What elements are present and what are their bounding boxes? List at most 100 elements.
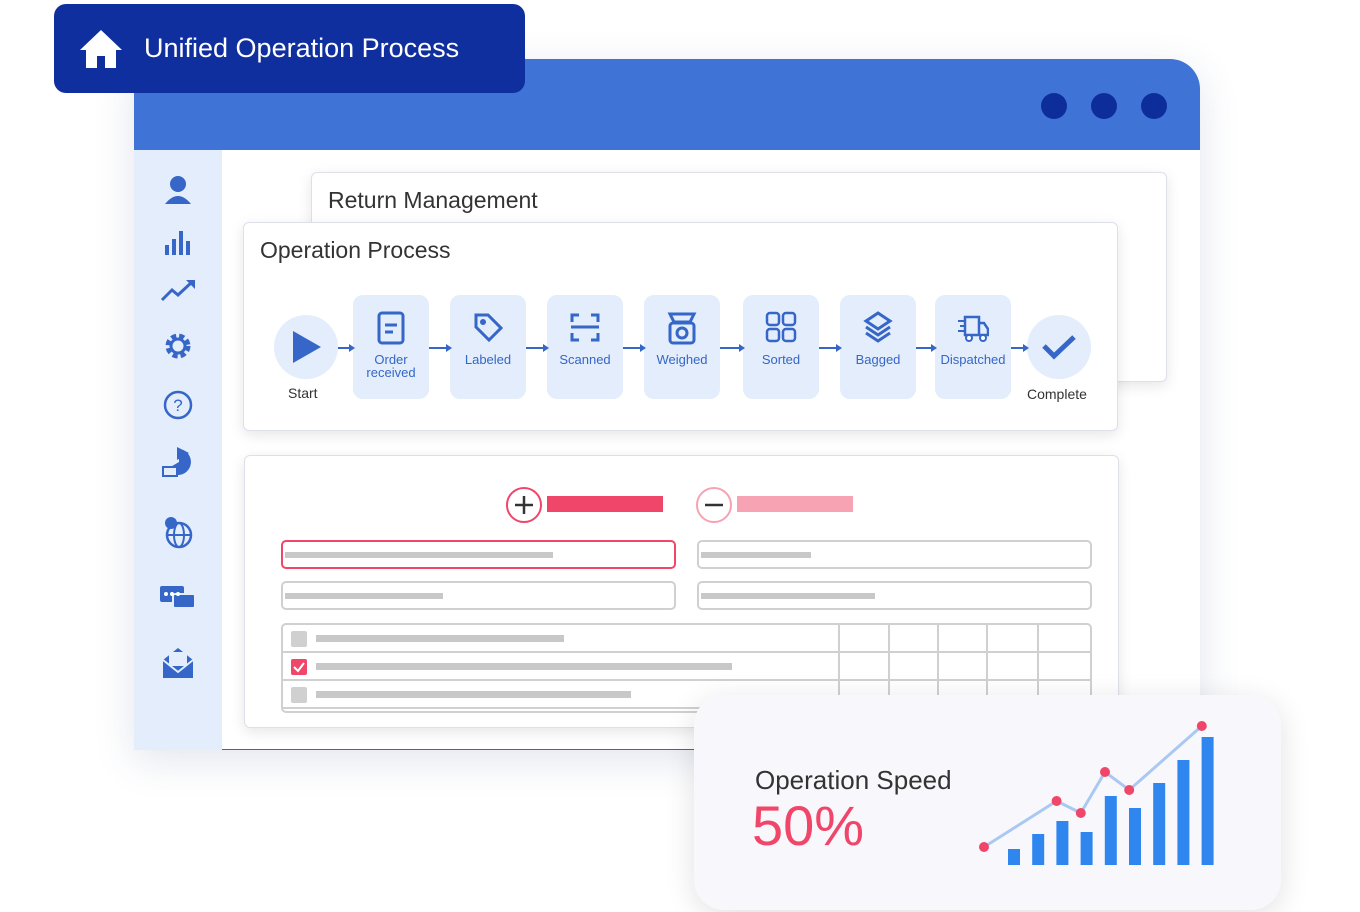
bar-chart-icon[interactable] [158,222,198,262]
row-text-placeholder [316,691,631,698]
chart-bar [1104,796,1117,865]
chat-icon[interactable] [158,580,198,620]
step-label: Sorted [761,352,801,367]
chart-bar [1201,737,1214,865]
row-text-placeholder [316,663,732,670]
chart-bar [1129,808,1141,865]
row-checkbox[interactable] [291,631,307,647]
start-label: Start [288,385,318,401]
plus-circle-icon[interactable] [505,486,543,524]
chart-bar [1177,760,1190,865]
flow-arrow [623,344,646,352]
cell-divider [937,625,939,653]
svg-text:?: ? [173,396,182,415]
app-title: Unified Operation Process [144,33,460,63]
flow-arrow [916,344,937,352]
chart-bar [1080,832,1093,865]
step-labeled[interactable]: Labeled [450,295,526,399]
document-icon [377,311,405,345]
row-text-placeholder [316,635,564,642]
flow-arrow [1011,344,1029,352]
step-label: Weighed [656,352,708,367]
input-field[interactable] [697,581,1092,610]
user-icon[interactable] [158,170,198,210]
minus-circle-icon[interactable] [695,486,733,524]
step-label: Dispatched [940,352,1006,367]
check-icon [1042,335,1076,360]
layers-icon [863,311,893,343]
input-field[interactable] [281,540,676,569]
cell-divider [1037,625,1039,653]
step-bagged[interactable]: Bagged [840,295,916,399]
scale-icon [667,312,697,345]
window-dot[interactable] [1141,93,1167,119]
chart-point [1100,767,1110,777]
flow-arrow [429,344,452,352]
chart-bar [1056,821,1069,865]
tag-icon [474,313,504,343]
step-weighed[interactable]: Weighed [644,295,720,399]
form-card [244,455,1119,728]
chart-point [1075,808,1086,818]
cell-divider [888,653,890,681]
app-title-badge: Unified Operation Process [54,4,525,93]
chart-bar [1008,849,1020,865]
globe-location-icon[interactable] [158,512,198,552]
operation-speed-card: Operation Speed 50% [694,695,1281,910]
card-title: Return Management [328,187,538,213]
check-icon [293,662,305,673]
pie-chart-icon[interactable] [158,442,198,482]
scan-icon [570,313,600,342]
chart-bar [1032,834,1045,865]
operation-process-card: Operation Process Start Complete Order r… [243,222,1118,431]
chart-line [983,724,1203,849]
chart-point [1124,785,1135,795]
card-title: Operation Process [260,237,451,263]
window-dot[interactable] [1041,93,1067,119]
step-label: Labeled [464,352,512,367]
step-label: Order received [366,352,416,380]
cell-divider [986,625,988,653]
cell-divider [888,625,890,653]
play-icon [293,331,321,363]
row-checkbox[interactable] [291,687,307,703]
window-dot[interactable] [1091,93,1117,119]
flow-arrow [819,344,842,352]
trend-icon[interactable] [158,270,198,310]
flow-arrow [720,344,745,352]
home-icon [80,29,122,68]
chart-bar [1153,783,1166,865]
speed-chart [979,721,1214,865]
complete-label: Complete [1027,386,1087,402]
step-label: Bagged [855,352,901,367]
step-dispatched[interactable]: Dispatched [935,295,1011,399]
flow-arrow [526,344,549,352]
cell-divider [1037,653,1039,681]
flow-arrow [338,344,355,352]
add-label-placeholder [547,496,663,512]
remove-label-placeholder [737,496,853,512]
speed-label: Operation Speed [755,765,952,795]
help-icon[interactable]: ? [158,385,198,425]
complete-button[interactable] [1027,315,1091,379]
input-field[interactable] [697,540,1092,569]
grid-icon [765,311,797,343]
truck-icon [958,315,990,342]
cell-divider [838,653,840,681]
step-scanned[interactable]: Scanned [547,295,623,399]
cell-divider [986,653,988,681]
start-button[interactable] [274,315,338,379]
cell-divider [937,653,939,681]
speed-value: 50% [752,794,865,857]
step-sorted[interactable]: Sorted [743,295,819,399]
row-checkbox[interactable] [291,659,307,675]
sidebar: ? [134,150,222,750]
table-row [283,653,1090,681]
cell-divider [838,625,840,653]
gear-icon[interactable] [158,326,198,366]
step-order-received[interactable]: Order received [353,295,429,399]
mail-icon[interactable] [158,642,198,682]
table-row [283,625,1090,653]
input-field[interactable] [281,581,676,610]
chart-point [1051,796,1062,806]
